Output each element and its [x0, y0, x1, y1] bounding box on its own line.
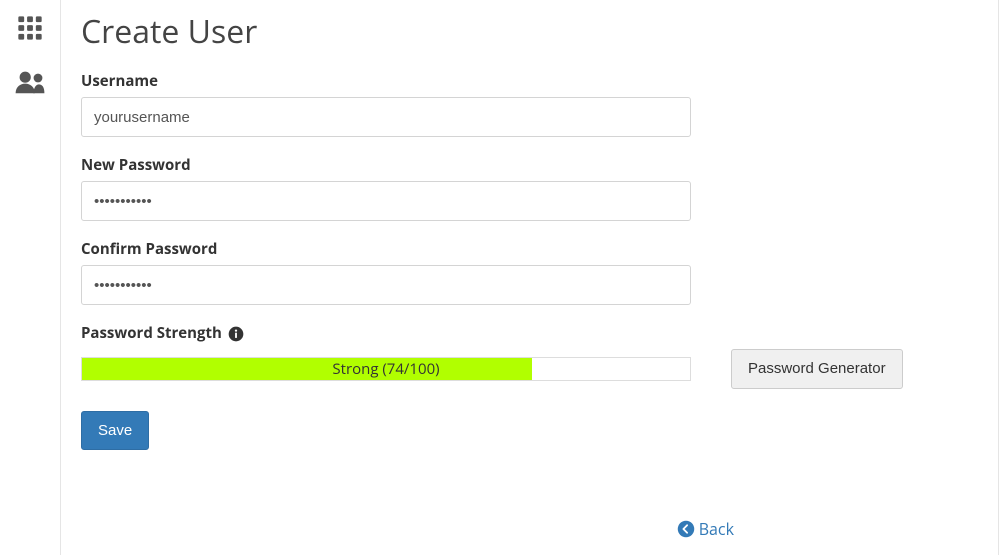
save-button[interactable]: Save	[81, 411, 149, 451]
info-icon[interactable]	[228, 326, 244, 342]
password-generator-button[interactable]: Password Generator	[731, 349, 903, 389]
circle-arrow-left-icon	[677, 520, 695, 538]
confirm-password-input[interactable]	[81, 265, 691, 305]
back-link-text: Back	[699, 518, 734, 540]
password-strength-label-text: Password Strength	[81, 323, 222, 343]
username-input[interactable]	[81, 97, 691, 137]
confirm-password-group: Confirm Password	[81, 239, 691, 305]
password-strength-text: Strong (74/100)	[82, 358, 690, 380]
main-content: Create User Username New Password Confir…	[60, 0, 999, 555]
page-title: Create User	[81, 10, 978, 53]
new-password-input[interactable]	[81, 181, 691, 221]
apps-grid-icon[interactable]	[12, 10, 48, 46]
username-label: Username	[81, 71, 691, 91]
password-strength-label: Password Strength	[81, 323, 978, 343]
password-strength-group: Password Strength Strong (74/100) Passwo…	[81, 323, 978, 389]
username-group: Username	[81, 71, 691, 137]
new-password-label: New Password	[81, 155, 691, 175]
sidebar	[0, 0, 60, 555]
new-password-group: New Password	[81, 155, 691, 221]
password-strength-bar: Strong (74/100)	[81, 357, 691, 381]
back-link[interactable]: Back	[677, 518, 734, 540]
users-icon[interactable]	[12, 64, 48, 100]
confirm-password-label: Confirm Password	[81, 239, 691, 259]
